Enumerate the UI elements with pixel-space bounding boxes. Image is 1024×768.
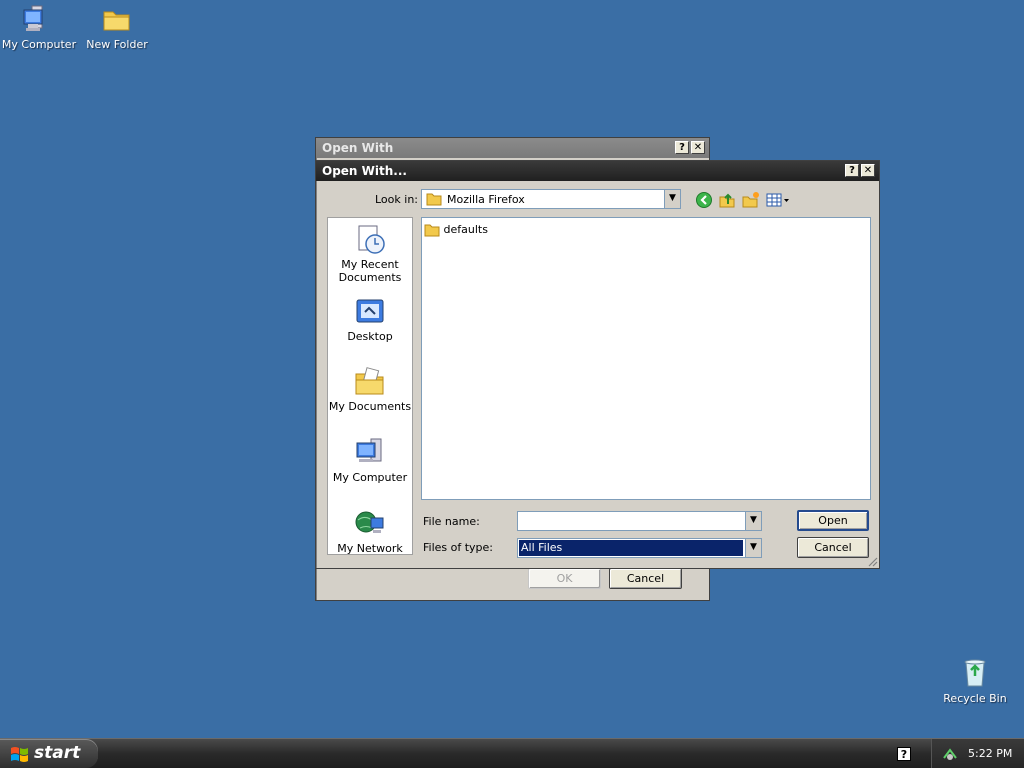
- window-title: Open With...: [322, 164, 407, 178]
- view-menu-icon[interactable]: [766, 191, 790, 209]
- help-button[interactable]: ?: [845, 164, 859, 177]
- desktop-icon-label: New Folder: [86, 38, 148, 51]
- file-list[interactable]: defaults: [421, 217, 871, 500]
- open-file-titlebar[interactable]: Open With... ? ✕: [316, 161, 879, 181]
- window-title: Open With: [322, 141, 394, 155]
- start-label: start: [34, 743, 81, 763]
- place-label: My Documents: [328, 400, 412, 413]
- system-tray: 5:22 PM: [931, 739, 1024, 768]
- cancel-button[interactable]: Cancel: [609, 568, 682, 589]
- files-of-type-label: Files of type:: [423, 541, 494, 554]
- file-name: defaults: [443, 223, 488, 236]
- svg-text:?: ?: [901, 748, 907, 761]
- place-label: Desktop: [347, 330, 393, 343]
- network-tray-icon[interactable]: [942, 746, 958, 762]
- up-folder-icon[interactable]: [718, 191, 736, 209]
- recent-documents-icon: [358, 225, 385, 254]
- folder-icon: [424, 224, 440, 237]
- ok-button[interactable]: OK: [528, 568, 601, 589]
- folder-icon: [103, 11, 130, 31]
- help-tray-icon[interactable]: ?: [897, 747, 911, 761]
- taskbar: start ? 5:22 PM: [0, 738, 1024, 768]
- look-in-label: Look in:: [375, 193, 418, 206]
- cancel-button[interactable]: Cancel: [797, 537, 869, 558]
- my-network-icon: [355, 511, 384, 533]
- look-in-value: Mozilla Firefox: [447, 193, 525, 206]
- desktop-icon-new-folder[interactable]: New Folder: [79, 4, 155, 51]
- place-label: My Network: [337, 542, 403, 555]
- desktop-icon-label: Recycle Bin: [943, 692, 1007, 705]
- place-my-recent-documents[interactable]: My Recent Documents: [328, 224, 412, 284]
- place-my-computer[interactable]: My Computer: [328, 437, 412, 484]
- chevron-down-icon[interactable]: ▼: [745, 512, 761, 530]
- files-of-type-combo[interactable]: All Files ▼: [517, 538, 762, 558]
- start-button[interactable]: start: [0, 739, 98, 768]
- desktop-icon: [356, 299, 384, 323]
- my-documents-icon: [355, 367, 384, 395]
- open-file-dialog: Open With... ? ✕ Look in: Mozilla Firefo…: [315, 160, 880, 569]
- back-icon[interactable]: [695, 191, 713, 209]
- place-my-network[interactable]: My Network: [328, 508, 412, 555]
- recycle-bin-icon: [964, 659, 986, 687]
- my-computer-icon: [23, 5, 43, 31]
- place-label: My Computer: [332, 471, 408, 484]
- my-computer-icon: [356, 438, 382, 462]
- windows-logo-icon: [11, 747, 28, 762]
- folder-icon: [426, 193, 442, 206]
- place-my-documents[interactable]: My Documents: [328, 366, 412, 413]
- look-in-combo[interactable]: Mozilla Firefox ▼: [421, 189, 681, 209]
- file-name-label: File name:: [423, 515, 480, 528]
- place-label: My Recent Documents: [338, 258, 402, 284]
- places-bar: My Recent Documents Desktop My Documents: [327, 217, 413, 555]
- close-button[interactable]: ✕: [861, 164, 875, 177]
- resize-grip-icon[interactable]: [866, 555, 878, 567]
- open-with-titlebar[interactable]: Open With ? ✕: [316, 138, 709, 158]
- desktop-icon-my-computer[interactable]: My Computer: [1, 4, 77, 51]
- clock[interactable]: 5:22 PM: [968, 739, 1012, 768]
- new-folder-icon[interactable]: [742, 191, 760, 209]
- place-desktop[interactable]: Desktop: [328, 296, 412, 343]
- open-button[interactable]: Open: [797, 510, 869, 531]
- chevron-down-icon[interactable]: ▼: [664, 190, 680, 208]
- list-item[interactable]: defaults: [424, 222, 488, 238]
- help-button[interactable]: ?: [675, 141, 689, 154]
- chevron-down-icon[interactable]: ▼: [745, 539, 761, 557]
- file-name-combo[interactable]: ▼: [517, 511, 762, 531]
- desktop-icon-label: My Computer: [1, 38, 77, 51]
- files-of-type-value: All Files: [519, 540, 743, 556]
- desktop-icon-recycle-bin[interactable]: Recycle Bin: [937, 656, 1013, 705]
- close-button[interactable]: ✕: [691, 141, 705, 154]
